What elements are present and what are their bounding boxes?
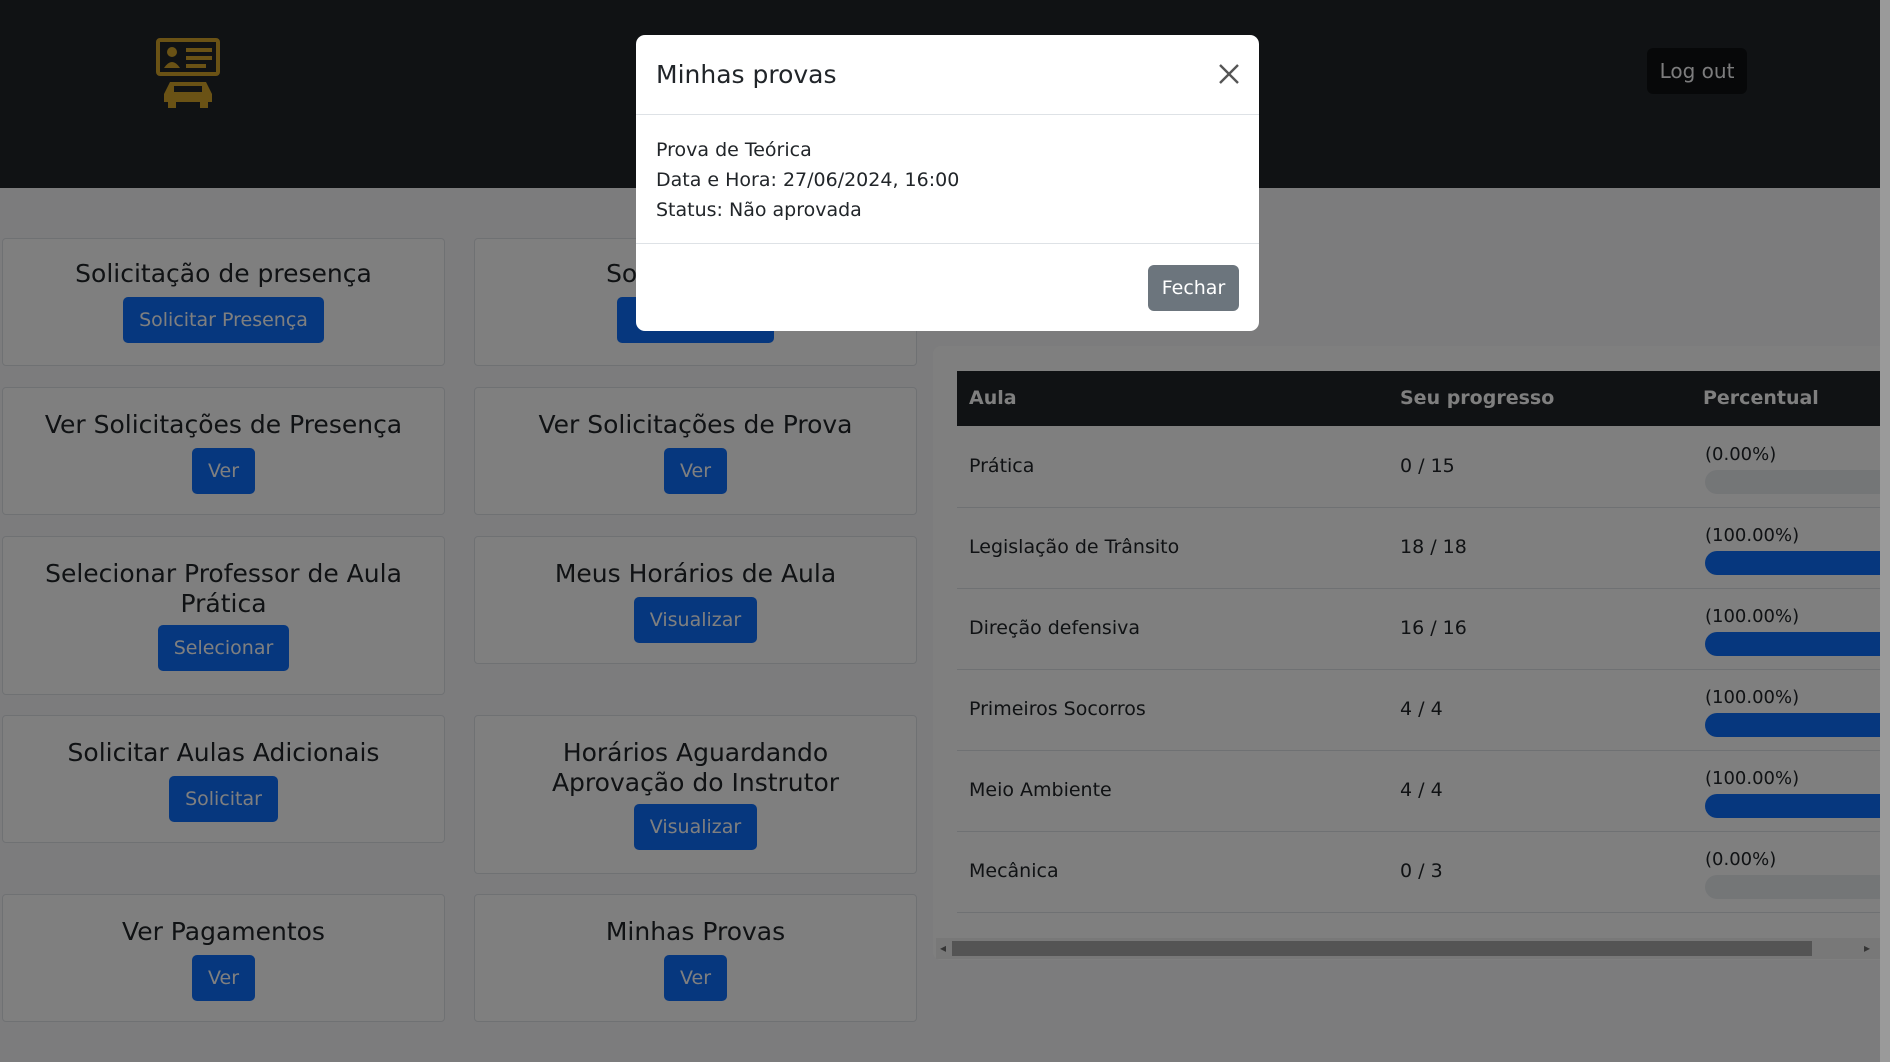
modal-body: Prova de Teórica Data e Hora: 27/06/2024… bbox=[656, 135, 959, 225]
modal-footer: Fechar bbox=[636, 243, 1259, 332]
exam-date: Data e Hora: 27/06/2024, 16:00 bbox=[656, 169, 960, 191]
exam-name: Prova de Teórica bbox=[656, 139, 812, 161]
vertical-scrollbar[interactable] bbox=[1880, 0, 1890, 1062]
modal-header: Minhas provas bbox=[636, 35, 1259, 115]
minhas-provas-modal: Minhas provas Prova de Teórica Data e Ho… bbox=[636, 35, 1259, 331]
modal-title: Minhas provas bbox=[656, 60, 837, 89]
fechar-button[interactable]: Fechar bbox=[1148, 265, 1239, 311]
exam-status: Status: Não aprovada bbox=[656, 199, 862, 221]
close-icon[interactable] bbox=[1216, 61, 1242, 87]
